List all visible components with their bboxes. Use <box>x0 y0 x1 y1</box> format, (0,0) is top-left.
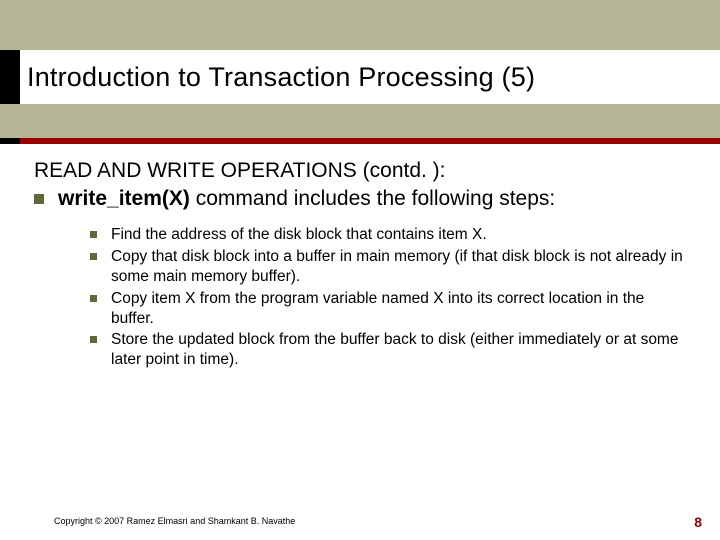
accent-rest <box>120 138 720 144</box>
under-title-bar <box>0 104 720 138</box>
accent-mid <box>20 138 120 144</box>
lead-text: READ AND WRITE OPERATIONS (contd. ): <box>34 158 686 184</box>
accent-left <box>0 138 20 144</box>
slide-title: Introduction to Transaction Processing (… <box>20 62 720 93</box>
square-bullet-icon <box>34 194 44 204</box>
bullet1-text: write_item(X) command includes the follo… <box>58 186 555 212</box>
under-title-left <box>0 104 20 138</box>
body: READ AND WRITE OPERATIONS (contd. ): wri… <box>0 144 720 370</box>
square-bullet-icon <box>90 336 97 343</box>
bullet1-rest: command includes the following steps: <box>190 187 555 210</box>
title-row: Introduction to Transaction Processing (… <box>0 50 720 104</box>
under-title-right <box>20 104 720 138</box>
bullet-level1: write_item(X) command includes the follo… <box>34 186 686 212</box>
bullet-level2: Store the updated block from the buffer … <box>90 330 686 370</box>
bullet-level2: Find the address of the disk block that … <box>90 225 686 245</box>
bullet1-bold: write_item(X) <box>58 187 190 210</box>
sub-bullet-text: Store the updated block from the buffer … <box>111 330 686 370</box>
bullet-level2: Copy item X from the program variable na… <box>90 289 686 329</box>
sub-bullet-text: Copy that disk block into a buffer in ma… <box>111 247 686 287</box>
copyright-text: Copyright © 2007 Ramez Elmasri and Shamk… <box>54 516 295 526</box>
bullet-level2: Copy that disk block into a buffer in ma… <box>90 247 686 287</box>
sub-bullet-text: Find the address of the disk block that … <box>111 225 487 245</box>
title-left-block <box>0 50 20 104</box>
top-bar <box>0 0 720 50</box>
slide: Introduction to Transaction Processing (… <box>0 0 720 540</box>
square-bullet-icon <box>90 253 97 260</box>
sub-bullet-text: Copy item X from the program variable na… <box>111 289 686 329</box>
page-number: 8 <box>694 514 702 530</box>
sub-bullets: Find the address of the disk block that … <box>90 225 686 370</box>
accent-row <box>0 138 720 144</box>
square-bullet-icon <box>90 295 97 302</box>
square-bullet-icon <box>90 231 97 238</box>
